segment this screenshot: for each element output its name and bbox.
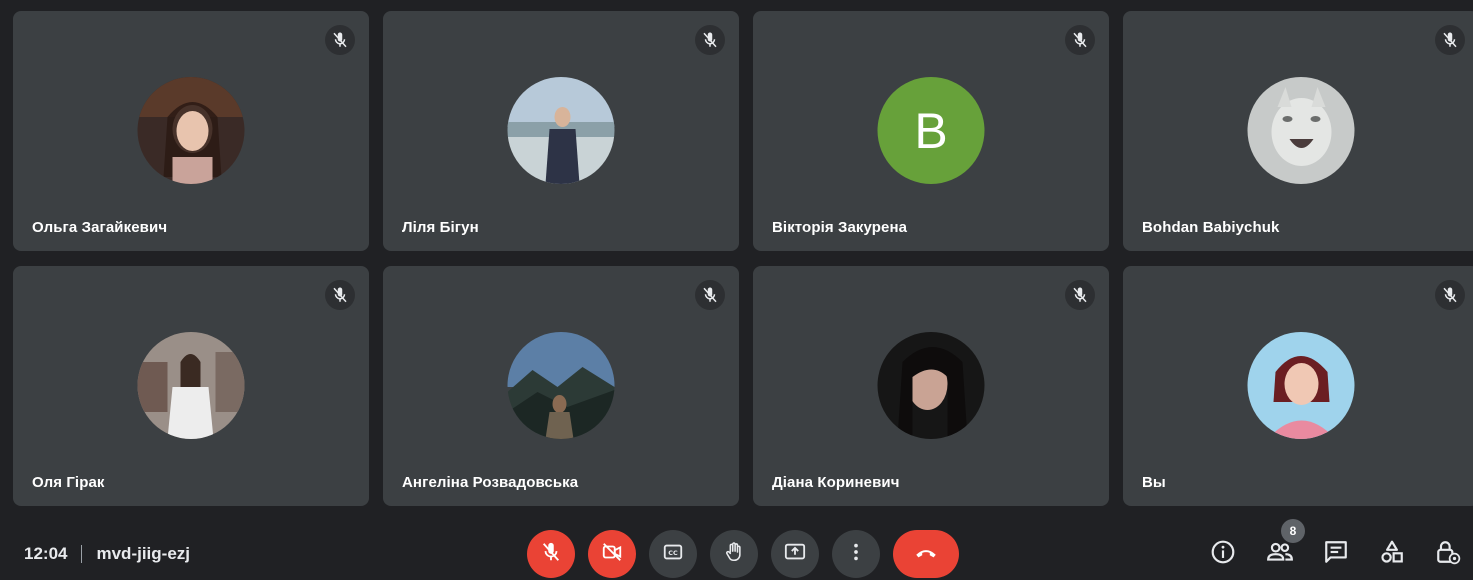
- participant-name: Діана Кориневич: [772, 474, 900, 491]
- avatar: [507, 332, 615, 439]
- mic-off-icon: [325, 25, 355, 55]
- raise-hand-button[interactable]: [710, 530, 758, 578]
- divider: [81, 545, 83, 563]
- participant-name: Оля Гірак: [32, 474, 105, 491]
- captions-button[interactable]: CC: [649, 530, 697, 578]
- meeting-code[interactable]: mvd-jiig-ezj: [96, 544, 190, 564]
- svg-text:CC: CC: [668, 549, 678, 557]
- participant-name: Ангеліна Розвадовська: [402, 474, 579, 491]
- bottom-control-bar: 12:04 mvd-jiig-ezj CC 8: [0, 519, 1473, 580]
- mic-off-icon: [1065, 25, 1095, 55]
- participant-name: Вы: [1142, 474, 1166, 491]
- meeting-info: 12:04 mvd-jiig-ezj: [24, 544, 190, 564]
- mic-off-icon: [695, 25, 725, 55]
- meeting-details-button[interactable]: [1207, 538, 1239, 570]
- participant-grid: Ольга Загайкевич Ліля Бігун B Вікторія З…: [0, 0, 1473, 520]
- people-button[interactable]: [1264, 538, 1296, 570]
- raise-hand-icon: [723, 541, 745, 568]
- leave-call-button[interactable]: [893, 530, 959, 578]
- avatar: [137, 332, 245, 439]
- present-screen-icon: [784, 541, 806, 568]
- avatar: [137, 77, 245, 184]
- participant-tile[interactable]: Діана Кориневич: [753, 266, 1109, 506]
- participant-tile[interactable]: Ліля Бігун: [383, 11, 739, 251]
- mic-off-icon: [1435, 280, 1465, 310]
- participant-name: Bohdan Babiychuk: [1142, 219, 1280, 236]
- captions-icon: CC: [662, 541, 684, 568]
- camera-toggle-button[interactable]: [588, 530, 636, 578]
- activities-button[interactable]: [1376, 538, 1408, 570]
- meeting-time: 12:04: [24, 544, 68, 563]
- people-icon: [1266, 539, 1294, 570]
- mic-off-icon: [695, 280, 725, 310]
- host-controls-icon: [1435, 539, 1461, 570]
- participant-tile[interactable]: Вы: [1123, 266, 1473, 506]
- chat-button[interactable]: [1320, 538, 1352, 570]
- avatar-initial: B: [877, 77, 985, 184]
- participant-tile[interactable]: Ангеліна Розвадовська: [383, 266, 739, 506]
- camera-off-icon: [601, 541, 623, 568]
- hang-up-icon: [913, 539, 939, 570]
- more-options-icon: [845, 541, 867, 568]
- avatar: B: [877, 77, 985, 184]
- chat-icon: [1323, 539, 1349, 570]
- avatar: [877, 332, 985, 439]
- avatar: [507, 77, 615, 184]
- participant-name: Ліля Бігун: [402, 219, 479, 236]
- mic-off-icon: [325, 280, 355, 310]
- mic-off-icon: [1435, 25, 1465, 55]
- avatar: [1247, 77, 1355, 184]
- participant-tile[interactable]: Оля Гірак: [13, 266, 369, 506]
- host-controls-button[interactable]: [1432, 538, 1464, 570]
- activities-icon: [1379, 539, 1405, 570]
- participant-tile[interactable]: Bohdan Babiychuk: [1123, 11, 1473, 251]
- participant-tile[interactable]: B Вікторія Закурена: [753, 11, 1109, 251]
- mic-toggle-button[interactable]: [527, 530, 575, 578]
- info-icon: [1210, 539, 1236, 570]
- mic-off-icon: [540, 541, 562, 568]
- mic-off-icon: [1065, 280, 1095, 310]
- more-options-button[interactable]: [832, 530, 880, 578]
- participant-tile[interactable]: Ольга Загайкевич: [13, 11, 369, 251]
- participant-name: Ольга Загайкевич: [32, 219, 168, 236]
- present-screen-button[interactable]: [771, 530, 819, 578]
- avatar: [1247, 332, 1355, 439]
- participant-name: Вікторія Закурена: [772, 219, 908, 236]
